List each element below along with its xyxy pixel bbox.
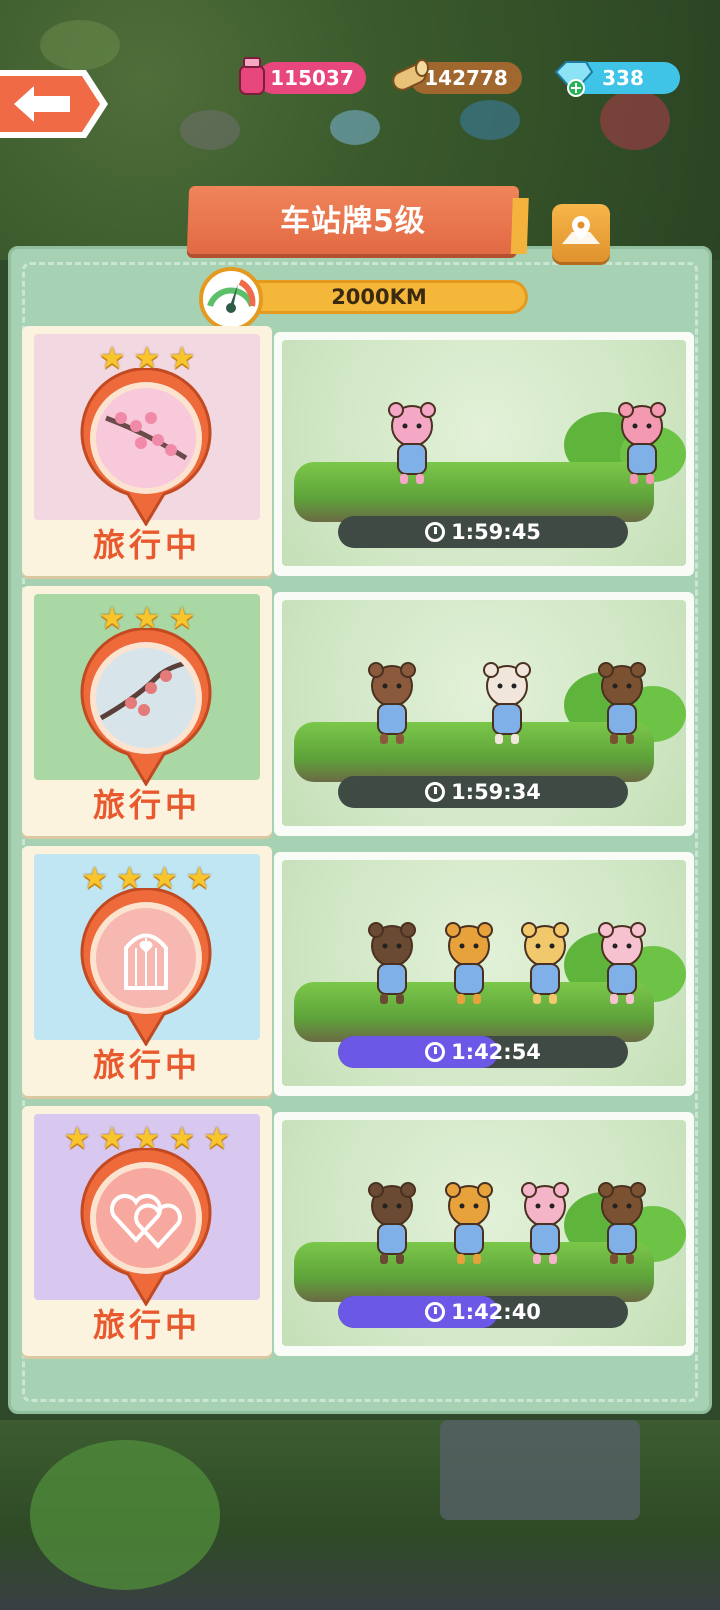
travel-scene: 1:59:34 — [274, 592, 694, 836]
travel-status: 旅行中 — [92, 1306, 201, 1344]
travel-card[interactable]: ★ ★ ★ ★ ★ 旅行中 1:42:40 — [22, 1106, 706, 1358]
travel-timer: 1:59:45 — [338, 516, 628, 548]
travel-scene: 1:59:45 — [274, 332, 694, 576]
travel-status: 旅行中 — [92, 786, 201, 824]
traveler-character — [618, 402, 666, 484]
log-icon — [392, 59, 429, 91]
traveler-character — [521, 1182, 570, 1264]
timer-text: 1:59:34 — [451, 780, 541, 804]
traveler-character — [483, 662, 531, 744]
gem-value: 338 — [602, 66, 644, 90]
wood-value: 142778 — [424, 66, 508, 90]
grass-platform — [294, 462, 654, 522]
cherry-blossom-icon — [80, 368, 212, 526]
ink-value: 115037 — [270, 66, 354, 90]
traveler-character — [368, 922, 416, 1004]
travel-timer: 1:42:54 — [338, 1036, 628, 1068]
timer-text: 1:59:45 — [451, 520, 541, 544]
traveler-character — [444, 1182, 493, 1264]
traveler-character — [521, 922, 570, 1004]
distance-bar: 2000KM — [230, 280, 528, 314]
travel-card[interactable]: ★ ★ ★ ★ 旅行中 1:42:54 — [22, 846, 706, 1098]
travel-status: 旅行中 — [92, 526, 201, 564]
timer-text: 1:42:54 — [451, 1040, 541, 1064]
map-decoration — [460, 100, 520, 140]
back-arrow-icon — [0, 70, 108, 138]
travel-card[interactable]: ★ ★ ★ 旅行中 1:59:45 — [22, 326, 706, 578]
clock-icon — [425, 1302, 446, 1322]
travel-card[interactable]: ★ ★ ★ 旅行中 1:59:34 — [22, 586, 706, 838]
traveler-character — [368, 662, 416, 744]
card-badge-area: ★ ★ ★ ★ ★ 旅行中 — [22, 1106, 272, 1356]
potion-icon — [239, 57, 265, 95]
travel-scene: 1:42:54 — [274, 852, 694, 1096]
traveler-character — [388, 402, 436, 484]
travel-scene: 1:42:40 — [274, 1112, 694, 1356]
speedometer-icon — [199, 267, 263, 331]
clock-icon — [425, 782, 446, 802]
clock-icon — [425, 1042, 446, 1062]
traveler-character — [368, 1182, 416, 1264]
timer-text: 1:42:40 — [451, 1300, 541, 1324]
birdcage-heart-icon — [80, 888, 212, 1046]
double-heart-icon — [80, 1148, 212, 1306]
map-decoration — [330, 110, 380, 145]
traveler-character — [598, 922, 646, 1004]
distance-value: 2000KM — [331, 285, 427, 309]
traveler-character — [598, 1182, 646, 1264]
map-button[interactable] — [552, 204, 610, 262]
travel-timer: 1:42:40 — [338, 1296, 628, 1328]
map-decoration — [40, 20, 120, 70]
map-decoration — [30, 1440, 220, 1590]
panel-title: 车站牌5级 — [280, 204, 426, 239]
clock-icon — [425, 522, 446, 542]
map-pin-icon — [562, 216, 600, 244]
map-decoration — [440, 1420, 640, 1520]
travel-status: 旅行中 — [92, 1046, 201, 1084]
ink-counter: 115037 — [258, 62, 366, 94]
traveler-character — [444, 922, 493, 1004]
card-badge-area: ★ ★ ★ 旅行中 — [22, 326, 272, 576]
plum-branch-icon — [80, 628, 212, 786]
map-decoration — [600, 90, 670, 150]
card-badge-area: ★ ★ ★ ★ 旅行中 — [22, 846, 272, 1096]
travel-timer: 1:59:34 — [338, 776, 628, 808]
card-badge-area: ★ ★ ★ 旅行中 — [22, 586, 272, 836]
traveler-character — [598, 662, 646, 744]
back-button[interactable] — [0, 66, 110, 142]
gem-icon — [554, 61, 594, 97]
map-decoration — [180, 110, 240, 150]
